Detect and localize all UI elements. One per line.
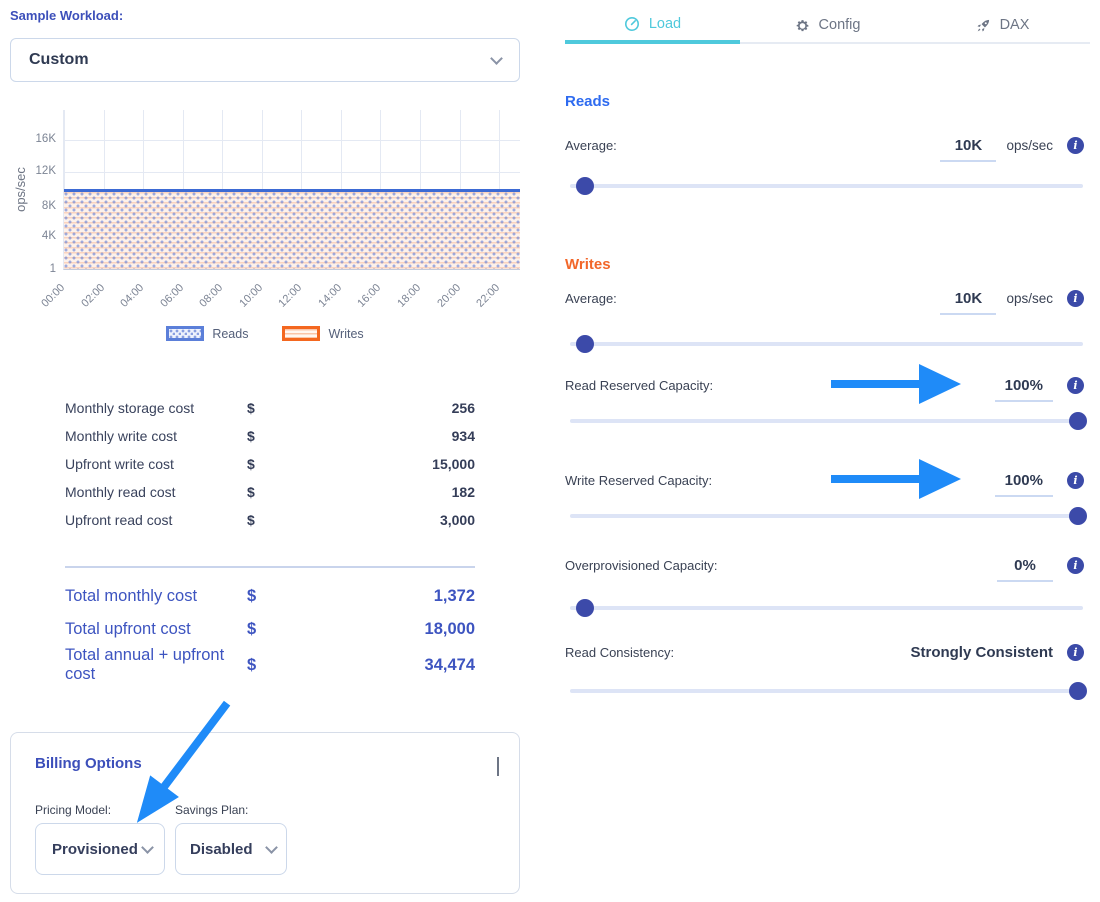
table-row: Upfront read cost $ 3,000 — [65, 506, 475, 534]
table-row: Monthly write cost $ 934 — [65, 422, 475, 450]
savings-plan-label: Savings Plan: — [175, 803, 248, 817]
info-icon[interactable] — [1067, 290, 1084, 307]
legend-item-reads: Reads — [166, 326, 248, 341]
billing-options-panel: Billing Options Pricing Model: Savings P… — [10, 732, 520, 894]
chevron-up-icon — [497, 757, 499, 776]
y-tick: 12K — [16, 165, 56, 177]
pricing-calculator-page: Sample Workload: Custom ops/sec 16K 12K … — [0, 0, 1100, 902]
chevron-down-icon — [265, 841, 278, 854]
y-tick: 4K — [16, 230, 56, 242]
overprovisioned-row: Overprovisioned Capacity: 0% — [565, 553, 1090, 577]
read-reserved-slider[interactable] — [570, 412, 1083, 430]
writes-average-slider[interactable] — [570, 335, 1083, 353]
tab-config[interactable]: Config — [740, 8, 915, 44]
pricing-model-label: Pricing Model: — [35, 803, 111, 817]
gear-icon — [795, 18, 810, 33]
y-tick: 1 — [16, 263, 56, 275]
write-reserved-row: Write Reserved Capacity: 100% — [565, 468, 1090, 492]
write-reserved-input[interactable]: 100% — [995, 472, 1053, 497]
cost-totals-table: Total monthly cost $ 1,372 Total upfront… — [65, 580, 475, 679]
info-icon[interactable] — [1067, 557, 1084, 574]
tab-dax[interactable]: DAX — [915, 8, 1090, 44]
slider-track — [570, 184, 1083, 188]
slider-handle[interactable] — [576, 177, 594, 195]
slider-handle[interactable] — [1069, 412, 1087, 430]
chevron-down-icon — [141, 841, 154, 854]
slider-track — [570, 514, 1083, 518]
reads-swatch-icon — [166, 326, 204, 341]
info-icon[interactable] — [1067, 377, 1084, 394]
billing-options-title: Billing Options — [35, 755, 142, 772]
slider-handle[interactable] — [576, 335, 594, 353]
reads-average-row: Average: 10K ops/sec — [565, 133, 1090, 157]
slider-handle[interactable] — [1069, 507, 1087, 525]
reads-average-input[interactable]: 10K — [940, 137, 996, 162]
totals-divider — [65, 566, 475, 568]
pricing-model-select[interactable]: Provisioned — [35, 823, 165, 875]
slider-track — [570, 689, 1083, 693]
read-reserved-row: Read Reserved Capacity: 100% — [565, 373, 1090, 397]
chart-legend: Reads Writes — [10, 326, 520, 341]
slider-handle[interactable] — [576, 599, 594, 617]
read-consistency-value: Strongly Consistent — [910, 644, 1053, 661]
collapse-panel-button[interactable] — [497, 757, 499, 775]
legend-item-writes: Writes — [282, 326, 363, 341]
reads-writes-area-series — [64, 189, 520, 269]
writes-section-heading: Writes — [565, 256, 611, 273]
read-consistency-row: Read Consistency: Strongly Consistent — [565, 640, 1090, 664]
read-consistency-slider[interactable] — [570, 682, 1083, 700]
y-tick: 16K — [16, 133, 56, 145]
gauge-icon — [624, 16, 640, 32]
info-icon[interactable] — [1067, 137, 1084, 154]
load-settings-panel: Load Config DAX Reads Average: 10K — [565, 8, 1090, 888]
sample-workload-label: Sample Workload: — [10, 8, 123, 23]
y-tick: 8K — [16, 200, 56, 212]
info-icon[interactable] — [1067, 472, 1084, 489]
workload-select-value: Custom — [29, 51, 89, 69]
rocket-icon — [976, 18, 991, 33]
settings-tabs: Load Config DAX — [565, 8, 1090, 44]
tab-load[interactable]: Load — [565, 8, 740, 44]
slider-handle[interactable] — [1069, 682, 1087, 700]
reads-average-slider[interactable] — [570, 177, 1083, 195]
table-row: Monthly storage cost $ 256 — [65, 394, 475, 422]
chevron-down-icon — [490, 52, 503, 65]
table-row: Total upfront cost $ 18,000 — [65, 613, 475, 646]
workload-chart: ops/sec 16K 12K 8K 4K 1 00:00 02:00 04:0… — [10, 110, 520, 355]
writes-average-input[interactable]: 10K — [940, 290, 996, 315]
info-icon[interactable] — [1067, 644, 1084, 661]
table-row: Monthly read cost $ 182 — [65, 478, 475, 506]
legend-label: Reads — [212, 327, 248, 341]
writes-average-row: Average: 10K ops/sec — [565, 286, 1090, 310]
slider-track — [570, 606, 1083, 610]
overprovisioned-input[interactable]: 0% — [997, 557, 1053, 582]
cost-breakdown-table: Monthly storage cost $ 256 Monthly write… — [65, 394, 475, 534]
workload-and-costs-panel: Sample Workload: Custom ops/sec 16K 12K … — [10, 8, 520, 902]
slider-track — [570, 342, 1083, 346]
reads-section-heading: Reads — [565, 93, 610, 110]
legend-label: Writes — [328, 327, 363, 341]
savings-plan-select[interactable]: Disabled — [175, 823, 287, 875]
read-reserved-input[interactable]: 100% — [995, 377, 1053, 402]
slider-track — [570, 419, 1083, 423]
writes-swatch-icon — [282, 326, 320, 341]
chart-plot-area — [63, 110, 520, 270]
overprovisioned-slider[interactable] — [570, 599, 1083, 617]
write-reserved-slider[interactable] — [570, 507, 1083, 525]
table-row: Total monthly cost $ 1,372 — [65, 580, 475, 613]
sample-workload-select[interactable]: Custom — [10, 38, 520, 82]
table-row: Upfront write cost $ 15,000 — [65, 450, 475, 478]
table-row: Total annual + upfront cost $ 34,474 — [65, 646, 475, 679]
